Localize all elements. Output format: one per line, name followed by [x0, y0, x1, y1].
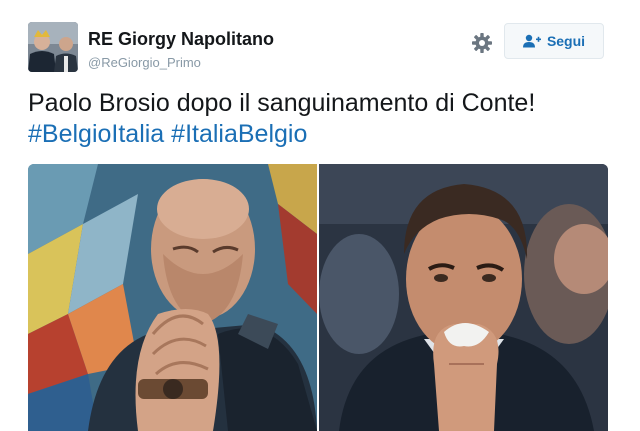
author-handle[interactable]: @ReGiorgio_Primo	[88, 55, 201, 70]
media-photo-right[interactable]	[319, 164, 608, 431]
avatar-photo-icon	[28, 22, 78, 72]
hashtag-link[interactable]: #ItaliaBelgio	[171, 120, 307, 148]
tweet-text: Paolo Brosio dopo il sanguinamento di Co…	[28, 88, 628, 150]
gear-icon[interactable]	[470, 31, 494, 55]
tweet-header: RE Giorgy Napolitano @ReGiorgio_Primo Se…	[28, 22, 608, 74]
media-photo-left[interactable]	[28, 164, 317, 431]
follow-button[interactable]: Segui	[504, 23, 604, 59]
add-user-icon	[522, 34, 541, 48]
tweet-hashtags: #BelgioItalia #ItaliaBelgio	[28, 119, 628, 150]
hashtag-link[interactable]: #BelgioItalia	[28, 120, 164, 148]
author-display-name[interactable]: RE Giorgy Napolitano	[88, 29, 274, 50]
photo-man-praying-icon	[28, 164, 317, 431]
author-avatar[interactable]	[28, 22, 78, 72]
tweet-text-line: Paolo Brosio dopo il sanguinamento di Co…	[28, 89, 536, 117]
follow-button-label: Segui	[546, 33, 586, 49]
tweet-media	[28, 164, 608, 431]
photo-man-with-tissue-icon	[319, 164, 608, 431]
